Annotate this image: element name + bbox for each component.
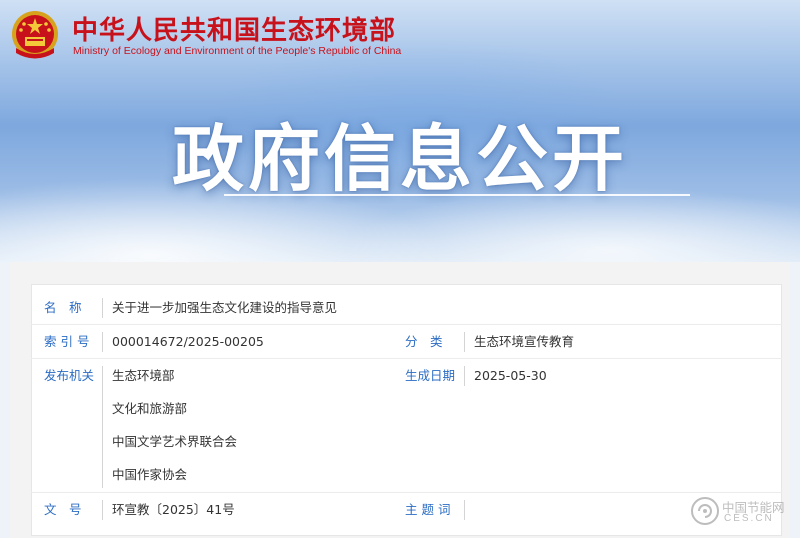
label-divider <box>464 366 465 386</box>
date-label: 生成日期 <box>405 368 456 383</box>
label-divider <box>464 332 465 352</box>
label-divider <box>102 332 103 352</box>
title-underline <box>224 194 690 196</box>
name-value: 关于进一步加强生态文化建设的指导意见 <box>112 300 338 315</box>
issuer-value: 生态环境部 <box>112 368 175 383</box>
category-value: 生态环境宣传教育 <box>474 334 575 349</box>
watermark-logo-icon <box>691 497 719 525</box>
label-divider <box>102 500 103 520</box>
keywords-label: 主 题 词 <box>405 502 451 517</box>
docno-label: 文 号 <box>44 502 82 517</box>
label-divider <box>102 366 103 488</box>
index-label: 索 引 号 <box>44 334 90 349</box>
category-label: 分 类 <box>405 334 443 349</box>
watermark-text-en: CES.CN <box>724 513 774 524</box>
row-divider <box>31 492 782 493</box>
row-divider <box>31 358 782 359</box>
issuer-label: 发布机关 <box>44 368 95 383</box>
issuer-value: 文化和旅游部 <box>112 401 188 416</box>
page-title: 政府信息公开 <box>171 117 628 201</box>
label-divider <box>464 500 465 520</box>
issuer-value: 中国作家协会 <box>112 467 188 482</box>
issuer-value: 中国文学艺术界联合会 <box>112 434 238 449</box>
watermark: 中国节能网 CES.CN <box>688 494 796 530</box>
row-divider <box>31 324 782 325</box>
docno-value: 环宣教〔2025〕41号 <box>112 502 235 517</box>
ministry-name-cn[interactable]: 中华人民共和国生态环境部 <box>72 10 396 47</box>
ministry-name-en: Ministry of Ecology and Environment of t… <box>73 45 402 57</box>
national-emblem-icon <box>12 11 58 59</box>
date-value: 2025-05-30 <box>474 368 547 383</box>
label-divider <box>102 298 103 318</box>
name-label: 名 称 <box>44 300 82 315</box>
index-value: 000014672/2025-00205 <box>112 334 264 349</box>
